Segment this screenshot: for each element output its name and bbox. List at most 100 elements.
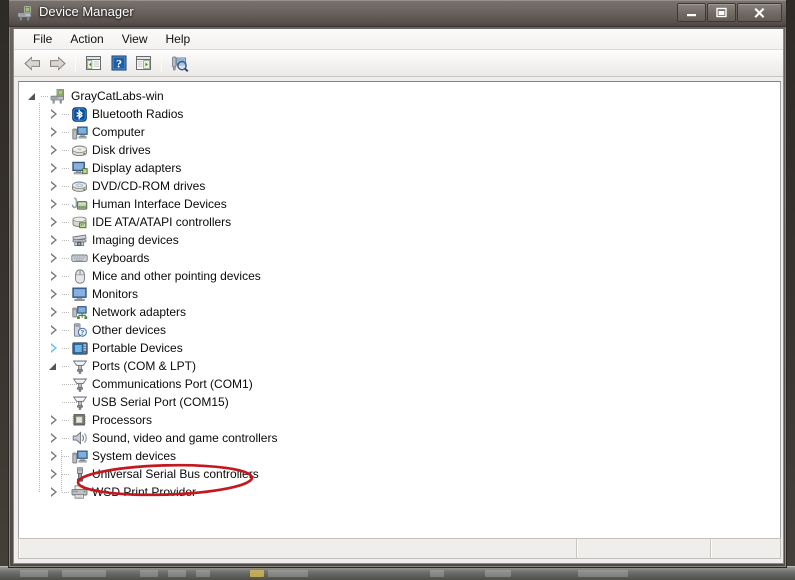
tree-connector: [62, 474, 70, 475]
expander-bluetooth-radios[interactable]: [49, 108, 61, 120]
menu-help[interactable]: Help: [157, 31, 200, 48]
tree-connector: [62, 258, 70, 259]
properties-icon: [136, 56, 151, 70]
expander-dvd-cdrom-drives[interactable]: [49, 180, 61, 192]
menu-file[interactable]: File: [24, 31, 61, 48]
chevron-expanded-icon: [49, 363, 56, 370]
toolbar: ?: [14, 50, 783, 77]
expander-imaging-devices[interactable]: [49, 234, 61, 246]
tree-item-universal-serial-bus-controllers[interactable]: Universal Serial Bus controllers: [19, 465, 780, 483]
tree-item-communications-port-com1[interactable]: Communications Port (COM1): [19, 375, 780, 393]
tree-item-label: Computer: [92, 125, 145, 139]
maximize-icon: [716, 7, 727, 18]
tree-connector: [62, 312, 70, 313]
taskbar-chip: [140, 570, 158, 577]
window-client-area: File Action View Help ? GrayCatLabs-win …: [13, 28, 784, 564]
tree-item-monitors[interactable]: Monitors: [19, 285, 780, 303]
tree-item-ports-com-and-lpt[interactable]: Ports (COM & LPT): [19, 357, 780, 375]
expander-wsd-print-provider[interactable]: [49, 486, 61, 498]
tree-item-dvd-cdrom-drives[interactable]: DVD/CD-ROM drives: [19, 177, 780, 195]
tree-connector: [62, 204, 70, 205]
tree-item-usb-serial-port-com15[interactable]: USB Serial Port (COM15): [19, 393, 780, 411]
close-button[interactable]: [737, 3, 782, 22]
expander-monitors[interactable]: [49, 288, 61, 300]
chevron-collapsed-icon: [51, 217, 57, 227]
tree-item-network-adapters[interactable]: Network adapters: [19, 303, 780, 321]
computer-root-icon: [50, 88, 67, 104]
expander-root[interactable]: [27, 90, 39, 102]
tree-item-label: Processors: [92, 413, 153, 427]
device-tree: GrayCatLabs-win Bluetooth Radios Compute…: [19, 82, 780, 501]
tree-item-bluetooth-radios[interactable]: Bluetooth Radios: [19, 105, 780, 123]
chevron-collapsed-icon: [51, 181, 57, 191]
tree-item-human-interface-devices[interactable]: Human Interface Devices: [19, 195, 780, 213]
tree-item-label: Display adapters: [92, 161, 182, 175]
tree-item-mice-and-other-pointing-devices[interactable]: Mice and other pointing devices: [19, 267, 780, 285]
expander-network-adapters[interactable]: [49, 306, 61, 318]
expander-human-interface-devices[interactable]: [49, 198, 61, 210]
minimize-button[interactable]: [677, 3, 706, 22]
tree-connector: [62, 420, 70, 421]
expander-system-devices[interactable]: [49, 450, 61, 462]
taskbar-chip: [578, 570, 628, 577]
menu-view[interactable]: View: [113, 31, 157, 48]
chevron-collapsed-icon: [51, 451, 57, 461]
forward-button[interactable]: [46, 52, 69, 74]
chevron-collapsed-icon: [51, 289, 57, 299]
show-console-tree-icon: [86, 56, 101, 70]
chevron-collapsed-icon: [51, 253, 57, 263]
device-tree-panel[interactable]: GrayCatLabs-win Bluetooth Radios Compute…: [18, 81, 781, 540]
show-console-tree-button[interactable]: [82, 52, 105, 74]
toolbar-separator: [75, 54, 76, 72]
tree-item-computer[interactable]: Computer: [19, 123, 780, 141]
properties-button[interactable]: [132, 52, 155, 74]
expander-mice-and-other-pointing-devices[interactable]: [49, 270, 61, 282]
imaging-device-icon: [71, 232, 88, 248]
taskbar[interactable]: [0, 566, 795, 580]
expander-ports-com-and-lpt[interactable]: [49, 360, 61, 372]
tree-item-other-devices[interactable]: ? Other devices: [19, 321, 780, 339]
expander-display-adapters[interactable]: [49, 162, 61, 174]
tree-item-portable-devices[interactable]: Portable Devices: [19, 339, 780, 357]
tree-item-label: Network adapters: [92, 305, 187, 319]
taskbar-chip: [62, 570, 106, 577]
scan-for-hardware-changes-icon: [171, 56, 188, 72]
network-adapter-icon: [71, 304, 88, 320]
port-icon: [71, 358, 88, 374]
tree-item-label: System devices: [92, 449, 177, 463]
expander-ide-ata-atapi-controllers[interactable]: [49, 216, 61, 228]
maximize-button[interactable]: [707, 3, 736, 22]
expander-keyboards[interactable]: [49, 252, 61, 264]
expander-computer[interactable]: [49, 126, 61, 138]
menu-action[interactable]: Action: [61, 31, 112, 48]
back-button[interactable]: [21, 52, 44, 74]
tree-item-system-devices[interactable]: System devices: [19, 447, 780, 465]
expander-disk-drives[interactable]: [49, 144, 61, 156]
tree-item-processors[interactable]: Processors: [19, 411, 780, 429]
expander-sound-video-and-game-controllers[interactable]: [49, 432, 61, 444]
window-title: Device Manager: [39, 4, 134, 19]
tree-item-sound-video-and-game-controllers[interactable]: Sound, video and game controllers: [19, 429, 780, 447]
expander-portable-devices[interactable]: [49, 342, 61, 354]
svg-text:?: ?: [81, 328, 85, 337]
tree-item-label: Communications Port (COM1): [92, 377, 253, 391]
chevron-collapsed-icon: [51, 271, 57, 281]
tree-item-disk-drives[interactable]: Disk drives: [19, 141, 780, 159]
tree-item-imaging-devices[interactable]: Imaging devices: [19, 231, 780, 249]
tree-item-root[interactable]: GrayCatLabs-win: [19, 87, 780, 105]
expander-processors[interactable]: [49, 414, 61, 426]
tree-item-wsd-print-provider[interactable]: WSD Print Provider: [19, 483, 780, 501]
expander-universal-serial-bus-controllers[interactable]: [49, 468, 61, 480]
scan-for-hardware-changes-button[interactable]: [168, 52, 191, 74]
system-device-icon: [71, 448, 88, 464]
help-button[interactable]: ?: [107, 52, 130, 74]
tree-connector: [41, 96, 49, 97]
disk-drive-icon: [71, 142, 88, 158]
keyboard-icon: [71, 250, 88, 266]
tree-item-keyboards[interactable]: Keyboards: [19, 249, 780, 267]
tree-item-display-adapters[interactable]: Display adapters: [19, 159, 780, 177]
window-titlebar[interactable]: Device Manager: [9, 0, 786, 27]
tree-item-ide-ata-atapi-controllers[interactable]: IDE ATA/ATAPI controllers: [19, 213, 780, 231]
tree-item-label: Universal Serial Bus controllers: [92, 467, 259, 481]
expander-other-devices[interactable]: [49, 324, 61, 336]
